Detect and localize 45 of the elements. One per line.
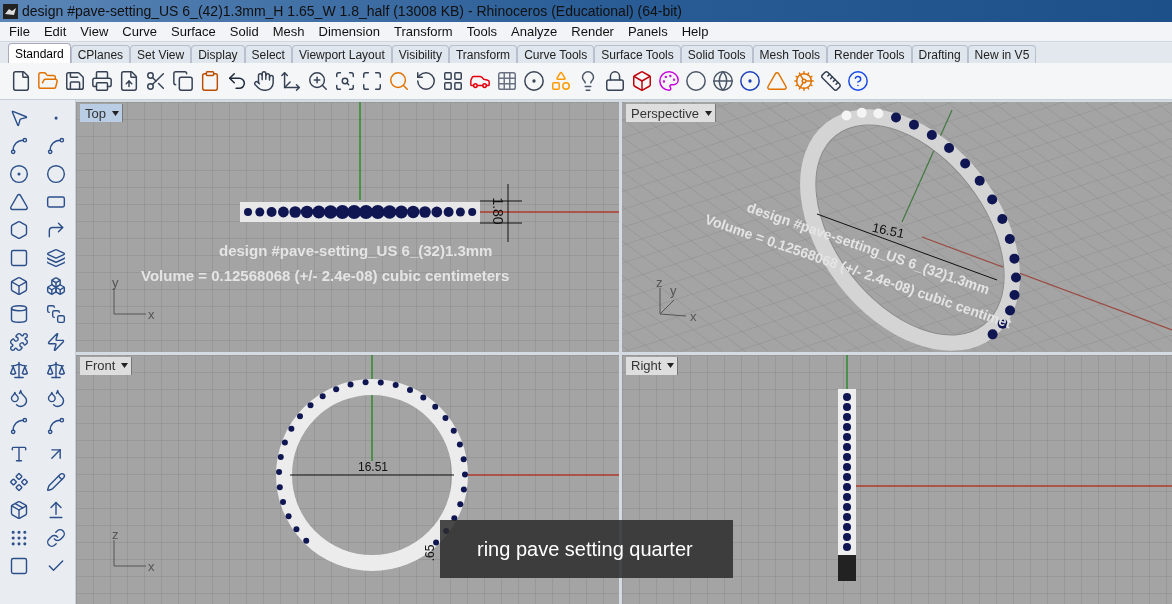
axis-label: z <box>112 528 119 541</box>
axis-label: y <box>670 283 677 297</box>
axis-label: x <box>148 307 155 321</box>
menu-item[interactable]: Render <box>564 22 621 41</box>
annotation-text: design #pave-setting_US 6_(32)1.3mm <box>219 241 493 261</box>
menu-item[interactable]: Mesh <box>265 22 312 41</box>
menu-item[interactable]: Dimension <box>311 22 387 41</box>
toolbar-tab[interactable]: Standard <box>8 43 71 63</box>
menu-item[interactable]: Solid <box>222 22 266 41</box>
toolbar-tab[interactable]: New in V5 <box>967 45 1037 63</box>
toolbar-tab[interactable]: Viewport Layout <box>291 45 392 63</box>
menu-item[interactable]: File <box>2 22 37 41</box>
viewport-tab[interactable]: Perspective <box>626 104 716 122</box>
viewport-tab[interactable]: Top <box>80 104 123 122</box>
axis-label: y <box>112 275 119 289</box>
axis-label: x <box>148 560 155 573</box>
caption-text: ring pave setting quarter <box>477 537 693 562</box>
window-title: design #pave-setting_US 6_(42)1.3mm_H 1.65_W 1.8_half (13008 KB) - Rhinoceros (Educational) (64-bit) <box>22 1 682 21</box>
dimension-text: 16.51 <box>358 460 389 473</box>
toolbar-tab[interactable]: Mesh Tools <box>752 45 828 63</box>
menu-item[interactable]: Edit <box>36 22 74 41</box>
toolbar-tab[interactable]: Curve Tools <box>517 45 595 63</box>
axis-label: z <box>656 275 663 289</box>
annotation-text: Volume = 0.12568068 (+/- 2.4e-08) cubic centimeters <box>141 266 510 286</box>
toolbar-tab[interactable]: Visibility <box>391 45 449 63</box>
dimension-text: .65 <box>424 544 437 561</box>
menu-item[interactable]: Curve <box>115 22 164 41</box>
toolbar-tab[interactable]: Solid Tools <box>680 45 753 63</box>
toolbar-tab[interactable]: Set View <box>130 45 192 63</box>
toolbar-tab[interactable]: Select <box>244 45 292 63</box>
menu-item[interactable]: View <box>73 22 116 41</box>
toolbar-tab[interactable]: Surface Tools <box>594 45 681 63</box>
menu-item[interactable]: Surface <box>164 22 223 41</box>
toolbar-tab[interactable]: CPlanes <box>70 45 131 63</box>
menu-item[interactable]: Tools <box>459 22 505 41</box>
axis-label: x <box>690 309 697 323</box>
dimension-text: 1.80 <box>490 197 505 225</box>
menu-item[interactable]: Help <box>674 22 716 41</box>
toolbar-tab[interactable]: Render Tools <box>827 45 912 63</box>
toolbar-tab[interactable]: Transform <box>448 45 518 63</box>
toolbar-tab[interactable]: Display <box>191 45 245 63</box>
toolbar-tab[interactable]: Drafting <box>911 45 968 63</box>
menu-item[interactable]: Transform <box>386 22 460 41</box>
menu-item[interactable]: Panels <box>620 22 675 41</box>
menu-item[interactable]: Analyze <box>504 22 565 41</box>
